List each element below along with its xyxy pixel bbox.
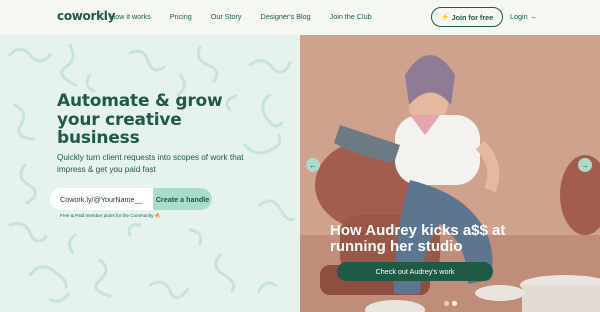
hero-headline: Automate & grow your creative business [57, 92, 257, 148]
nav-link-join-the-club[interactable]: Join the Club [330, 12, 372, 21]
carousel-dots [444, 301, 457, 306]
join-for-free-label: Join for free [451, 12, 494, 22]
carousel-dot-1[interactable] [444, 301, 449, 306]
free-plans-note: Free & Paid member plans for the Communi… [60, 213, 161, 218]
hero-subtext: Quickly turn client requests into scopes… [57, 153, 244, 174]
handle-form: Create a handle [50, 188, 212, 210]
hero-left-panel: Automate & grow your creative business Q… [0, 35, 300, 312]
create-handle-button[interactable]: Create a handle [153, 188, 212, 210]
check-out-work-button[interactable]: Check out Audrey's work [337, 262, 493, 281]
join-for-free-button[interactable]: ⚡ Join for free [431, 7, 503, 27]
top-nav: coworkly How it works Pricing Our Story … [0, 0, 600, 35]
arrow-left-icon: ← [309, 160, 317, 170]
login-label: Login [510, 12, 528, 21]
carousel-next-button[interactable]: → [578, 158, 592, 172]
nav-link-pricing[interactable]: Pricing [170, 12, 192, 21]
slide-title: How Audrey kicks a$$ at running her stud… [330, 222, 506, 255]
arrow-right-icon: → [581, 160, 589, 170]
nav-links: How it works Pricing Our Story Designer'… [110, 12, 391, 21]
headline-line-2: your creative [57, 109, 182, 130]
handle-input[interactable] [50, 188, 153, 210]
headline-line-1: Automate & grow [57, 91, 223, 111]
nav-link-how-it-works[interactable]: How it works [110, 12, 151, 21]
carousel-dot-2[interactable] [452, 301, 457, 306]
login-link[interactable]: Login → [510, 12, 537, 21]
carousel-prev-button[interactable]: ← [306, 158, 320, 172]
lightning-icon: ⚡ [440, 14, 450, 21]
headline-line-3: business [57, 128, 140, 148]
nav-link-our-story[interactable]: Our Story [211, 12, 242, 21]
logo[interactable]: coworkly [57, 9, 115, 23]
nav-link-designers-blog[interactable]: Designer's Blog [261, 12, 311, 21]
arrow-right-icon: → [529, 12, 537, 21]
